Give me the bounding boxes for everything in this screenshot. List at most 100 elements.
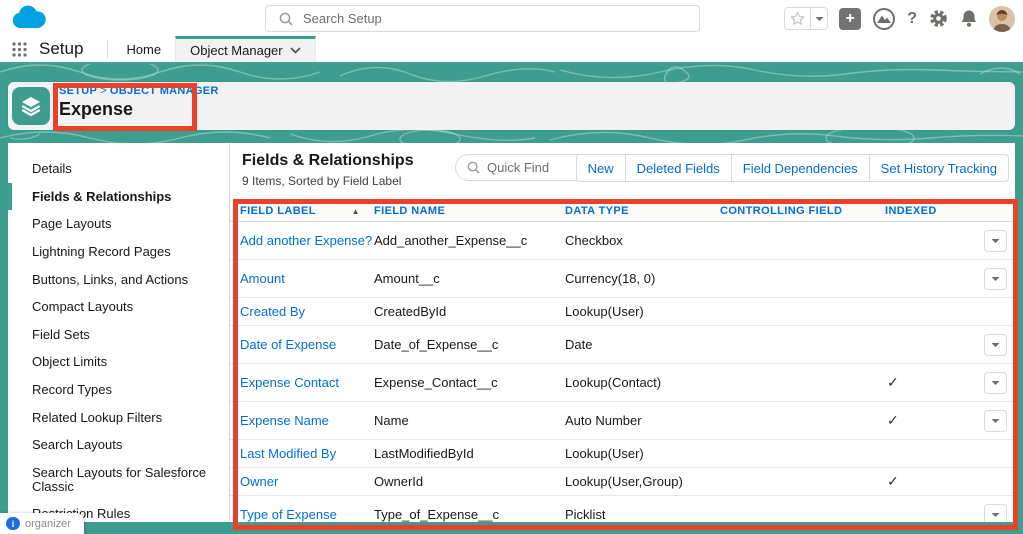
field-label-link[interactable]: Expense Contact: [240, 375, 339, 390]
trailhead-icon[interactable]: [872, 7, 896, 31]
content-panel: Details Fields & Relationships Page Layo…: [8, 143, 1015, 522]
fields-table-body: Add another Expense? Add_another_Expense…: [230, 222, 1015, 522]
column-header-controlling-field[interactable]: CONTROLLING FIELD: [720, 205, 885, 217]
favorites-control: [784, 7, 828, 30]
field-label-cell: Add another Expense?: [240, 233, 374, 248]
sidebar-item-object-limits[interactable]: Object Limits: [8, 348, 229, 376]
sidebar-item-label: Lightning Record Pages: [32, 244, 171, 259]
header-icon-cluster: + ?: [784, 5, 1015, 32]
organizer-label: organizer: [25, 518, 71, 530]
gear-icon[interactable]: [928, 8, 949, 29]
global-actions-icon[interactable]: +: [839, 8, 861, 30]
field-name-cell: Type_of_Expense__c: [374, 507, 565, 522]
list-header: Fields & Relationships 9 Items, Sorted b…: [230, 143, 1015, 200]
sidebar-item-label: Object Limits: [32, 354, 107, 369]
sidebar-item-label: Field Sets: [32, 327, 90, 342]
new-button[interactable]: New: [577, 155, 625, 181]
field-dependencies-button[interactable]: Field Dependencies: [731, 155, 869, 181]
column-header-label: FIELD LABEL: [240, 205, 316, 217]
bell-icon[interactable]: [960, 9, 978, 28]
favorites-dropdown-icon[interactable]: [811, 8, 827, 29]
indexed-cell: ✓: [885, 473, 985, 490]
column-header-field-name[interactable]: FIELD NAME: [374, 205, 565, 217]
table-row: Last Modified By LastModifiedById Lookup…: [230, 440, 1015, 468]
field-name-cell: CreatedById: [374, 304, 565, 319]
page-title: Expense: [59, 99, 219, 120]
tab-object-manager[interactable]: Object Manager: [175, 36, 316, 62]
column-header-data-type[interactable]: DATA TYPE: [565, 205, 720, 217]
data-type-cell: Date: [565, 337, 720, 352]
action-button-group: New Deleted Fields Field Dependencies Se…: [576, 154, 1009, 182]
column-header-label: DATA TYPE: [565, 205, 629, 217]
app-launcher-icon[interactable]: [12, 42, 27, 57]
field-label-link[interactable]: Add another Expense?: [240, 233, 372, 248]
sidebar-item-compact-layouts[interactable]: Compact Layouts: [8, 293, 229, 321]
column-header-field-label[interactable]: FIELD LABEL▲: [240, 205, 374, 217]
sidebar-item-label: Buttons, Links, and Actions: [32, 272, 188, 287]
field-name-cell: Add_another_Expense__c: [374, 233, 565, 248]
quick-find-input[interactable]: [487, 160, 587, 175]
data-type-cell: Currency(18, 0): [565, 271, 720, 286]
sidebar-item-buttons-links-and-actions[interactable]: Buttons, Links, and Actions: [8, 266, 229, 294]
sidebar-item-page-layouts[interactable]: Page Layouts: [8, 210, 229, 238]
global-search-input[interactable]: [303, 11, 699, 26]
breadcrumb-object-manager-link[interactable]: OBJECT MANAGER: [110, 85, 219, 97]
row-menu-button[interactable]: [984, 504, 1007, 523]
sidebar-item-label: Details: [32, 161, 72, 176]
nav-divider: [107, 40, 108, 58]
fields-table: FIELD LABEL▲FIELD NAMEDATA TYPE CONTROLLI…: [230, 200, 1015, 522]
row-menu-button[interactable]: [984, 334, 1007, 356]
data-type-cell: Lookup(User): [565, 446, 720, 461]
sidebar-item-details[interactable]: Details: [8, 155, 229, 183]
field-label-link[interactable]: Date of Expense: [240, 337, 336, 352]
sidebar-item-fields-relationships[interactable]: Fields & Relationships: [8, 183, 229, 211]
favorites-star-icon[interactable]: [785, 8, 811, 29]
sidebar-item-lightning-record-pages[interactable]: Lightning Record Pages: [8, 238, 229, 266]
field-label-cell: Owner: [240, 474, 374, 489]
table-row: Expense Name Name Auto Number ✓: [230, 402, 1015, 440]
screen: + ?: [0, 0, 1023, 534]
sidebar-item-search-layouts-for-salesforce-classic[interactable]: Search Layouts for Salesforce Classic: [8, 459, 229, 500]
indexed-cell: ✓: [885, 412, 985, 429]
salesforce-logo-icon: [8, 4, 50, 32]
field-label-link[interactable]: Last Modified By: [240, 446, 336, 461]
field-label-link[interactable]: Type of Expense: [240, 507, 337, 522]
row-menu-button[interactable]: [984, 410, 1007, 432]
breadcrumb-setup-link[interactable]: SETUP: [59, 85, 97, 97]
sidebar-item-label: Search Layouts for Salesforce Classic: [32, 465, 206, 494]
field-name-cell: Amount__c: [374, 271, 565, 286]
sidebar-item-related-lookup-filters[interactable]: Related Lookup Filters: [8, 404, 229, 432]
search-icon: [279, 12, 293, 26]
global-search[interactable]: [265, 5, 700, 32]
set-history-tracking-button[interactable]: Set History Tracking: [869, 155, 1008, 181]
column-header-indexed[interactable]: INDEXED: [885, 205, 985, 217]
field-label-link[interactable]: Amount: [240, 271, 285, 286]
row-action-cell: [984, 268, 1007, 290]
dropdown-caret-icon: [991, 342, 1000, 348]
organizer-extension-badge[interactable]: i organizer: [0, 513, 84, 534]
field-label-link[interactable]: Expense Name: [240, 413, 329, 428]
help-icon[interactable]: ?: [907, 10, 917, 28]
table-row: Expense Contact Expense_Contact__c Looku…: [230, 364, 1015, 402]
field-name-cell: Name: [374, 413, 565, 428]
field-label-link[interactable]: Owner: [240, 474, 278, 489]
field-label-link[interactable]: Created By: [240, 304, 305, 319]
column-header-label: CONTROLLING FIELD: [720, 205, 842, 217]
tab-object-manager-label: Object Manager: [190, 43, 283, 58]
data-type-cell: Lookup(User,Group): [565, 474, 720, 489]
list-subtitle: 9 Items, Sorted by Field Label: [242, 174, 401, 188]
deleted-fields-button[interactable]: Deleted Fields: [625, 155, 731, 181]
tab-home[interactable]: Home: [112, 36, 175, 62]
row-menu-button[interactable]: [984, 372, 1007, 394]
sidebar-item-search-layouts[interactable]: Search Layouts: [8, 431, 229, 459]
table-row: Add another Expense? Add_another_Expense…: [230, 222, 1015, 260]
sidebar-item-record-types[interactable]: Record Types: [8, 376, 229, 404]
user-avatar[interactable]: [989, 6, 1015, 32]
sidebar-item-field-sets[interactable]: Field Sets: [8, 321, 229, 349]
sidebar-item-label: Related Lookup Filters: [32, 410, 162, 425]
row-menu-button[interactable]: [984, 268, 1007, 290]
dropdown-caret-icon: [991, 418, 1000, 424]
app-name: Setup: [39, 39, 83, 59]
row-menu-button[interactable]: [984, 230, 1007, 252]
dropdown-caret-icon: [991, 276, 1000, 282]
